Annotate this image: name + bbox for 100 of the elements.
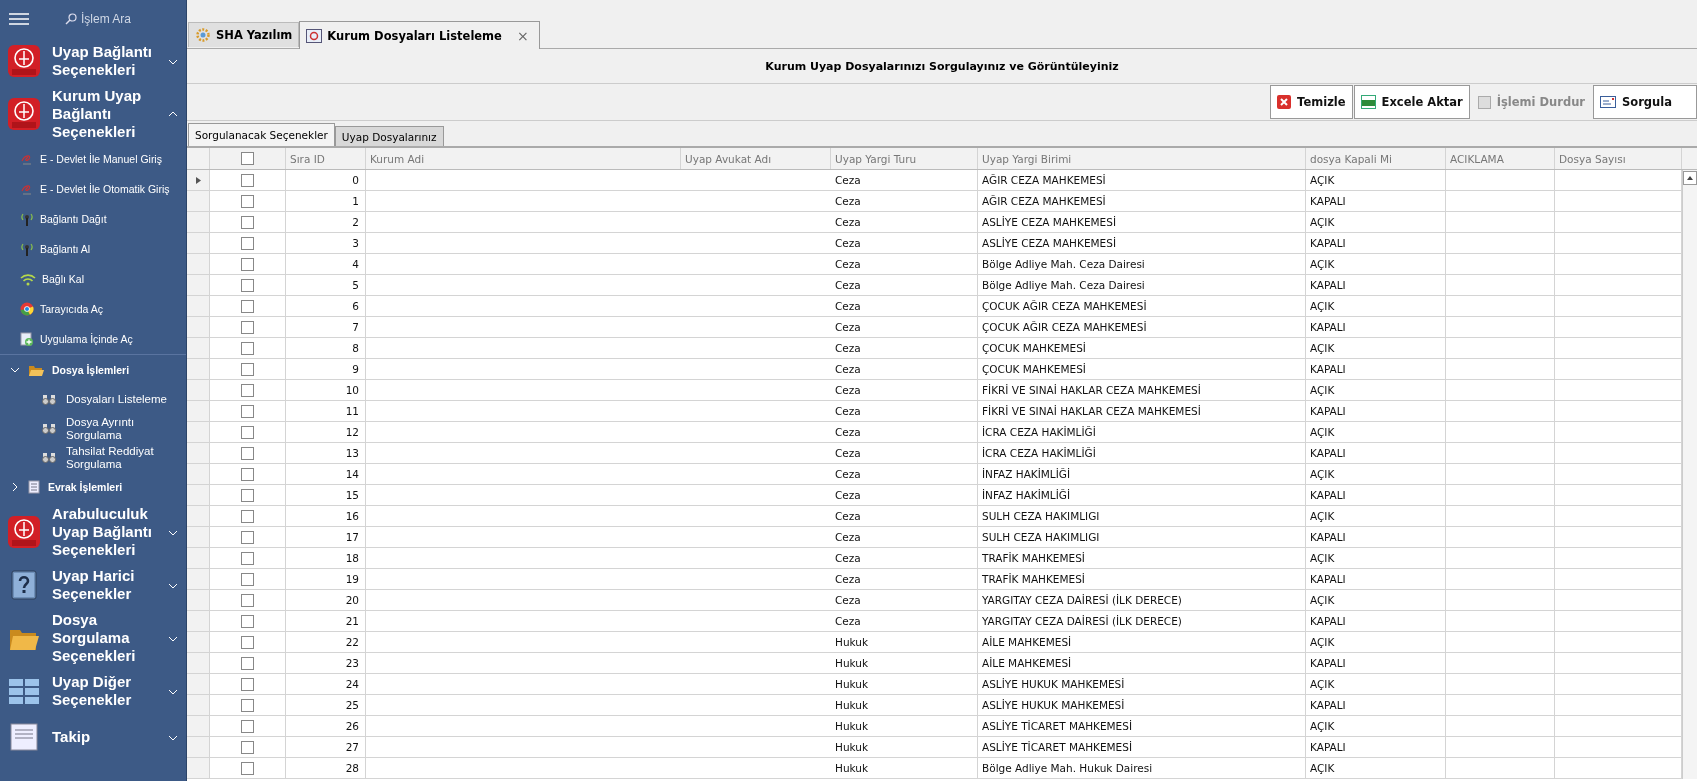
- sidebar-group[interactable]: Arabuluculuk Uyap Bağlantı Seçenekleri: [0, 502, 186, 562]
- table-cell: 21: [286, 611, 366, 631]
- sidebar-item[interactable]: Tahsilat Reddiyat Sorgulama: [0, 443, 186, 472]
- close-button[interactable]: ×: [516, 27, 529, 44]
- checkbox[interactable]: [241, 425, 254, 439]
- column-header[interactable]: dosya Kapali Mi: [1306, 148, 1446, 169]
- tab[interactable]: Sorgulanacak Seçenekler: [188, 123, 335, 146]
- checkbox[interactable]: [241, 278, 254, 292]
- scroll-up-icon[interactable]: [1683, 171, 1697, 185]
- table-cell: AÇIK: [1306, 674, 1446, 694]
- checkbox[interactable]: [241, 257, 254, 271]
- group-title: Dosya Sorgulama Seçenekleri: [52, 611, 137, 665]
- checkbox[interactable]: [241, 509, 254, 523]
- antenna-icon: [20, 241, 34, 257]
- sidebar-item[interactable]: Evrak İşlemleri: [0, 472, 186, 502]
- checkbox[interactable]: [241, 551, 254, 565]
- checkbox[interactable]: [241, 719, 254, 733]
- checkbox[interactable]: [241, 488, 254, 502]
- table-cell: 6: [286, 296, 366, 316]
- checkbox[interactable]: [241, 194, 254, 208]
- sidebar-group[interactable]: Kurum Uyap Bağlantı Seçenekleri: [0, 84, 186, 144]
- checkbox[interactable]: [241, 215, 254, 229]
- sidebar-item[interactable]: Bağlı Kal: [0, 264, 186, 294]
- checkbox[interactable]: [241, 740, 254, 754]
- checkbox[interactable]: [241, 656, 254, 670]
- checkbox[interactable]: [241, 614, 254, 628]
- item-label: Uygulama İçinde Aç: [40, 333, 133, 345]
- sidebar-item[interactable]: Bağlantı Dağıt: [0, 204, 186, 234]
- table-cell: AÇIK: [1306, 590, 1446, 610]
- sidebar-item[interactable]: Bağlantı Al: [0, 234, 186, 264]
- table-cell: 15: [286, 485, 366, 505]
- sidebar-item[interactable]: Dosya İşlemleri: [0, 354, 186, 385]
- checkbox[interactable]: [241, 698, 254, 712]
- table-cell: Ceza: [831, 254, 978, 274]
- item-label: Dosya Ayrıntı Sorgulama: [66, 415, 136, 442]
- table-cell: AÇIK: [1306, 758, 1446, 778]
- tab[interactable]: Uyap Dosyalarınız: [334, 126, 444, 146]
- toolbar-button[interactable]: Sorgula: [1593, 85, 1697, 119]
- checkbox[interactable]: [241, 236, 254, 250]
- checkbox[interactable]: [241, 635, 254, 649]
- column-header[interactable]: Sıra ID: [286, 148, 366, 169]
- table-cell: ASLİYE TİCARET MAHKEMESİ: [978, 716, 1306, 736]
- toolbar-button[interactable]: Temizle: [1270, 85, 1353, 119]
- checkbox[interactable]: [241, 299, 254, 313]
- table-cell: AĞIR CEZA MAHKEMESİ: [978, 170, 1306, 190]
- table-cell: 4: [286, 254, 366, 274]
- table-cell: Ceza: [831, 464, 978, 484]
- table-cell: Hukuk: [831, 716, 978, 736]
- table-cell: 16: [286, 506, 366, 526]
- sidebar-item[interactable]: Dosya Ayrıntı Sorgulama: [0, 414, 186, 443]
- sidebar-group[interactable]: Uyap Harici Seçenekler: [0, 562, 186, 608]
- column-header[interactable]: Uyap Yargi Turu: [831, 148, 978, 169]
- table-cell: ÇOCUK MAHKEMESİ: [978, 338, 1306, 358]
- table-cell: AÇIK: [1306, 422, 1446, 442]
- toolbar-button[interactable]: Excele Aktar: [1353, 85, 1470, 119]
- table-cell: İNFAZ HAKİMLİĞİ: [978, 485, 1306, 505]
- sidebar-item[interactable]: E - Devlet İle Manuel Giriş: [0, 144, 186, 174]
- item-label: Tahsilat Reddiyat Sorgulama: [66, 444, 155, 471]
- sidebar-group[interactable]: Uyap Diğer Seçenekler: [0, 668, 186, 714]
- sidebar-group[interactable]: Takip: [0, 714, 186, 760]
- checkbox[interactable]: [241, 572, 254, 586]
- table-cell: Ceza: [831, 338, 978, 358]
- sidebar-group[interactable]: Dosya Sorgulama Seçenekleri: [0, 608, 186, 668]
- checkbox[interactable]: [241, 530, 254, 544]
- checkbox[interactable]: [241, 383, 254, 397]
- column-header[interactable]: Uyap Yargi Birimi: [978, 148, 1306, 169]
- sidebar-item[interactable]: Tarayıcıda Aç: [0, 294, 186, 324]
- table-cell: 1: [286, 191, 366, 211]
- menu-icon[interactable]: [9, 13, 29, 25]
- checkbox[interactable]: [241, 173, 254, 187]
- column-header[interactable]: ACIKLAMA: [1446, 148, 1555, 169]
- group-title: Uyap Diğer Seçenekler: [52, 673, 133, 709]
- checkbox[interactable]: [241, 677, 254, 691]
- checkbox[interactable]: [241, 152, 254, 165]
- row-header[interactable]: [187, 170, 210, 190]
- checkbox[interactable]: [241, 593, 254, 607]
- tab[interactable]: SHA Yazılım: [188, 22, 300, 47]
- checkbox[interactable]: [241, 404, 254, 418]
- search-field[interactable]: İşlem Ara: [65, 12, 181, 26]
- column-header[interactable]: Dosya Sayısı: [1555, 148, 1682, 169]
- table-cell: Ceza: [831, 506, 978, 526]
- table-cell: AÇIK: [1306, 212, 1446, 232]
- table-cell: FİKRİ VE SINAİ HAKLAR CEZA MAHKEMESİ: [978, 401, 1306, 421]
- checkbox[interactable]: [241, 446, 254, 460]
- tab[interactable]: Kurum Dosyaları Listeleme ×: [299, 21, 540, 49]
- checkbox[interactable]: [241, 362, 254, 376]
- table-cell: KAPALI: [1306, 443, 1446, 463]
- checkbox[interactable]: [241, 320, 254, 334]
- checkbox[interactable]: [241, 341, 254, 355]
- checkbox[interactable]: [241, 467, 254, 481]
- sidebar-group[interactable]: Uyap Bağlantı Seçenekleri: [0, 38, 186, 84]
- checkbox[interactable]: [241, 761, 254, 775]
- column-header[interactable]: Uyap Avukat Adı: [681, 148, 831, 169]
- scrollbar[interactable]: [1682, 170, 1697, 779]
- sidebar-item[interactable]: E - Devlet İle Otomatik Giriş: [0, 174, 186, 204]
- table-cell: İCRA CEZA HAKİMLİĞİ: [978, 443, 1306, 463]
- item-label: E - Devlet İle Manuel Giriş: [40, 153, 162, 165]
- sidebar-item[interactable]: Dosyaları Listeleme: [0, 385, 186, 414]
- sidebar-item[interactable]: Uygulama İçinde Aç: [0, 324, 186, 354]
- column-header[interactable]: Kurum Adi: [366, 148, 681, 169]
